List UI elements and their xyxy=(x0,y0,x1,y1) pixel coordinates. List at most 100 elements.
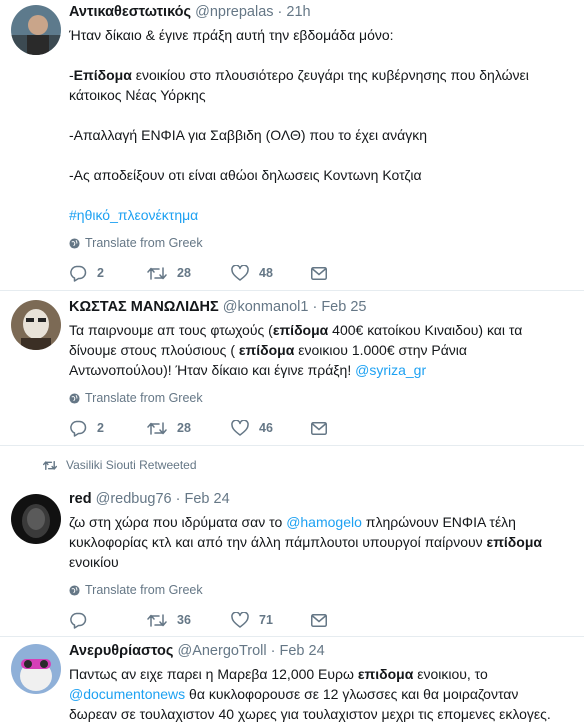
text-link[interactable]: @hamogelo xyxy=(286,514,362,530)
author-handle[interactable]: @AnergoTroll xyxy=(177,643,266,659)
translate-label: Translate from Greek xyxy=(85,236,203,250)
text-segment: ενοικιου, το xyxy=(413,666,488,682)
tweet-text: Τα παιρνουμε απ τους φτωχούς (επίδομα 40… xyxy=(69,320,574,380)
author-name[interactable]: ΚΩΣΤΑΣ ΜΑΝΩΛΙΔΗΣ xyxy=(69,299,219,315)
separator-dot: · xyxy=(175,491,181,507)
tweet[interactable]: Vasiliki Siouti Retweeted red @redbug76 … xyxy=(0,457,584,637)
tweet-text: Παντως αν ειχε παρει η Μαρεβα 12,000 Ευρ… xyxy=(69,664,574,724)
tweet-header: Αντικαθεστωτικός @nprepalas · 21h xyxy=(69,3,574,22)
tweet-time[interactable]: Feb 25 xyxy=(321,299,366,315)
avatar[interactable] xyxy=(11,644,61,694)
avatar[interactable] xyxy=(11,494,61,544)
reply-button[interactable]: 2 xyxy=(69,265,147,282)
tweet-text-line: Ήταν δίκαιο & έγινε πράξη αυτή την εβδομ… xyxy=(69,25,574,45)
translate-link[interactable]: Translate from Greek xyxy=(69,582,574,598)
text-link[interactable]: @documentonews xyxy=(69,686,185,702)
separator-dot: · xyxy=(312,299,318,315)
message-button[interactable] xyxy=(311,613,327,627)
reply-button[interactable]: 2 xyxy=(69,420,147,437)
tweet-header: red @redbug76 · Feb 24 xyxy=(69,490,574,509)
tweet-text-line: Τα παιρνουμε απ τους φτωχούς (επίδομα 40… xyxy=(69,320,574,340)
text-segment: 400€ κατοίκου Κιναιδου) και τα xyxy=(328,322,523,338)
retweet-button[interactable]: 28 xyxy=(147,266,231,281)
tweet-time[interactable]: Feb 24 xyxy=(185,491,230,507)
text-segment: -Απαλλαγή ΕΝΦΙΑ για Σαββιδη (ΟΛΘ) που το… xyxy=(69,127,428,143)
author-handle[interactable]: @konmanol1 xyxy=(223,299,309,315)
tweet-time[interactable]: Feb 24 xyxy=(280,643,325,659)
tweet-text-line: ζω στη χώρα που ιδρύματα σαν το @hamogel… xyxy=(69,512,574,532)
message-button[interactable] xyxy=(311,421,327,435)
text-segment: ενοικιου 1.000€ στην Ράνια xyxy=(294,342,468,358)
author-handle[interactable]: @nprepalas xyxy=(195,4,273,20)
tweet-text-line: -Επίδομα ενοικίου στο πλουσιότερο ζευγάρ… xyxy=(69,65,574,85)
reply-icon xyxy=(70,612,87,629)
reply-button[interactable] xyxy=(69,612,147,629)
retweet-banner: Vasiliki Siouti Retweeted xyxy=(0,457,584,473)
highlighted-term: επιδομα xyxy=(357,666,414,682)
tweet-text-line: δωρεαν σε τουλαχιστον 40 χωρες για τουλα… xyxy=(69,704,574,724)
tweet-text-line: ενοικίου xyxy=(69,552,574,572)
author-name[interactable]: Αντικαθεστωτικός xyxy=(69,4,191,20)
tweet-header: ΚΩΣΤΑΣ ΜΑΝΩΛΙΔΗΣ @konmanol1 · Feb 25 xyxy=(69,298,574,317)
tweet-time[interactable]: 21h xyxy=(286,4,310,20)
tweet-text-line: #ηθικό_πλεονέκτημα xyxy=(69,205,574,225)
tweet[interactable]: Ανερυθρίαστος @AnergoTroll · Feb 24 Παντ… xyxy=(0,637,584,727)
tweet-text-line: -Ας αποδείξουν οτι είναι αθώοι δηλωσεις … xyxy=(69,165,574,185)
like-button[interactable]: 46 xyxy=(231,420,311,436)
globe-icon xyxy=(69,237,80,249)
avatar[interactable] xyxy=(11,5,61,55)
retweet-count: 36 xyxy=(177,613,191,627)
like-icon xyxy=(231,265,249,281)
tweet-text-line: @documentonews θα κυκλοφορουσε σε 12 γλω… xyxy=(69,684,574,704)
highlighted-term: Επίδομα xyxy=(73,67,132,83)
tweet-text-line: Παντως αν ειχε παρει η Μαρεβα 12,000 Ευρ… xyxy=(69,664,574,684)
tweet-actions: 36 71 xyxy=(69,610,574,630)
text-segment: Παντως αν ειχε παρει η Μαρεβα 12,000 Ευρ… xyxy=(69,666,358,682)
like-button[interactable]: 71 xyxy=(231,612,311,628)
like-button[interactable]: 48 xyxy=(231,265,311,281)
retweet-button[interactable]: 36 xyxy=(147,613,231,628)
like-count: 46 xyxy=(259,421,273,435)
translate-link[interactable]: Translate from Greek xyxy=(69,390,574,406)
author-handle[interactable]: @redbug76 xyxy=(96,491,172,507)
retweet-count: 28 xyxy=(177,266,191,280)
author-name[interactable]: Ανερυθρίαστος xyxy=(69,643,173,659)
tweet-text-line: δίνουμε στους πλούσιους ( επίδομα ενοικι… xyxy=(69,340,574,360)
text-link[interactable]: @syriza_gr xyxy=(355,362,426,378)
tweet[interactable]: ΚΩΣΤΑΣ ΜΑΝΩΛΙΔΗΣ @konmanol1 · Feb 25 Τα … xyxy=(0,291,584,446)
retweet-count: 28 xyxy=(177,421,191,435)
text-segment: Ήταν δίκαιο & έγινε πράξη αυτή την εβδομ… xyxy=(69,27,394,43)
tweet-text-line: Αντωνοπούλου)! Ήταν δίκαιο και έγινε πρά… xyxy=(69,360,574,380)
tweet-text-line: κάτοικος Νέας Υόρκης xyxy=(69,85,574,105)
highlighted-term: επίδομα xyxy=(272,322,329,338)
text-segment: ενοικίου xyxy=(69,554,119,570)
text-segment: κάτοικος Νέας Υόρκης xyxy=(69,87,206,103)
reply-count: 2 xyxy=(97,421,104,435)
text-segment: θα κυκλοφορουσε σε 12 γλωσσες και θα μοι… xyxy=(185,686,519,702)
translate-link[interactable]: Translate from Greek xyxy=(69,235,574,251)
text-segment: δίνουμε στους πλούσιους ( xyxy=(69,342,239,358)
tweet-header: Ανερυθρίαστος @AnergoTroll · Feb 24 xyxy=(69,642,574,661)
message-icon xyxy=(311,613,327,627)
retweet-icon xyxy=(147,266,167,280)
reply-count: 2 xyxy=(97,266,104,280)
globe-icon xyxy=(69,584,80,596)
highlighted-term: επίδομα xyxy=(486,534,543,550)
separator-dot: · xyxy=(277,4,283,20)
text-segment: Τα παιρνουμε απ τους φτωχούς ( xyxy=(69,322,273,338)
text-link[interactable]: #ηθικό_πλεονέκτημα xyxy=(69,207,198,223)
tweet[interactable]: Αντικαθεστωτικός @nprepalas · 21h Ήταν δ… xyxy=(0,0,584,291)
message-button[interactable] xyxy=(311,266,327,280)
author-name[interactable]: red xyxy=(69,491,92,507)
tweet-text-line: -Απαλλαγή ΕΝΦΙΑ για Σαββιδη (ΟΛΘ) που το… xyxy=(69,125,574,145)
retweet-button[interactable]: 28 xyxy=(147,421,231,436)
avatar[interactable] xyxy=(11,300,61,350)
retweeted-by[interactable]: Vasiliki Siouti Retweeted xyxy=(66,458,197,472)
like-count: 71 xyxy=(259,613,273,627)
tweet-text-line: κυκλοφορίας κτλ και από την άλλη πάμπλου… xyxy=(69,532,574,552)
text-segment: -Ας αποδείξουν οτι είναι αθώοι δηλωσεις … xyxy=(69,167,422,183)
